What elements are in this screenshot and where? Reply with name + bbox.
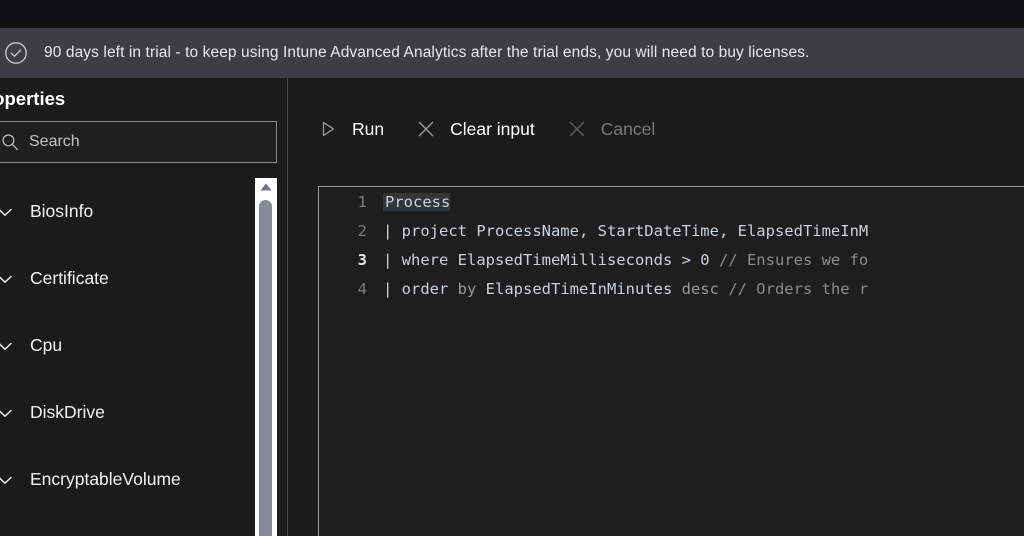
search-box[interactable]	[0, 121, 277, 163]
close-x-icon	[414, 117, 438, 141]
code-line[interactable]: 4 | order by ElapsedTimeInMinutes desc /…	[319, 274, 1024, 303]
code-comment: // Orders the r	[728, 279, 869, 298]
query-panel: Run Clear input Cancel 1 Process 2 | pro…	[289, 78, 1024, 536]
code-line[interactable]: 1 Process	[319, 187, 1024, 216]
play-icon	[316, 117, 340, 141]
sidebar-item-label: BiosInfo	[30, 201, 94, 221]
sidebar-item-biosinfo[interactable]: BiosInfo	[0, 178, 287, 245]
line-number: 2	[357, 221, 367, 240]
sidebar-item-label: DiskDrive	[30, 402, 105, 422]
app-root: 90 days left in trial - to keep using In…	[0, 0, 1024, 536]
clear-input-button[interactable]: Clear input	[414, 108, 535, 150]
sidebar-item-cpu[interactable]: Cpu	[0, 312, 287, 379]
clear-input-button-label: Clear input	[450, 118, 535, 139]
cancel-button: Cancel	[565, 108, 655, 150]
code-comment: // Ensures we fo	[718, 250, 869, 269]
code-token: |	[383, 279, 402, 298]
line-number: 1	[357, 192, 367, 211]
close-x-icon	[565, 117, 589, 141]
trial-banner-text: 90 days left in trial - to keep using In…	[44, 44, 810, 61]
code-token: order	[401, 279, 458, 298]
code-token: |	[383, 250, 402, 269]
sidebar-item-label: EncryptableVolume	[30, 469, 181, 489]
sidebar-scrollbar[interactable]	[255, 178, 277, 536]
run-button[interactable]: Run	[316, 108, 384, 150]
properties-list: BiosInfo Certificate Cpu DiskDrive Encry…	[0, 178, 287, 536]
caret-up-icon[interactable]	[255, 178, 277, 196]
sidebar-item-diskdrive[interactable]: DiskDrive	[0, 379, 287, 446]
chevron-down-icon[interactable]	[0, 335, 16, 357]
window-top-strip	[0, 0, 1024, 28]
sidebar-item-certificate[interactable]: Certificate	[0, 245, 287, 312]
sidebar-item-label: Certificate	[30, 268, 109, 288]
line-number: 4	[357, 279, 367, 298]
run-button-label: Run	[352, 118, 385, 139]
search-icon	[1, 133, 19, 151]
code-token: Process	[383, 192, 451, 211]
chevron-down-icon[interactable]	[0, 268, 16, 290]
page-title: roperties	[0, 88, 66, 109]
code-keyword: desc	[681, 279, 729, 298]
properties-sidebar: roperties BiosInfo	[0, 78, 288, 536]
code-token: |	[383, 221, 402, 240]
code-token: project ProcessName, StartDateTime, Elap…	[401, 221, 869, 240]
code-line[interactable]: 3 | where ElapsedTimeMilliseconds > 0 //…	[319, 245, 1024, 274]
search-input[interactable]	[29, 133, 229, 151]
scrollbar-thumb[interactable]	[259, 200, 272, 536]
sidebar-item-fileinfo[interactable]: FileInfo	[0, 513, 287, 536]
query-toolbar: Run Clear input Cancel	[289, 108, 685, 150]
chevron-down-icon[interactable]	[0, 469, 16, 491]
query-editor[interactable]: 1 Process 2 | project ProcessName, Start…	[318, 186, 1024, 536]
check-circle-icon	[4, 41, 28, 65]
sidebar-item-label: Cpu	[30, 335, 63, 355]
code-keyword: by	[457, 279, 486, 298]
trial-banner: 90 days left in trial - to keep using In…	[0, 28, 1024, 78]
line-number: 3	[357, 250, 367, 269]
sidebar-item-encryptablevolume[interactable]: EncryptableVolume	[0, 446, 287, 513]
code-token: where ElapsedTimeMilliseconds > 0	[401, 250, 719, 269]
editor-content[interactable]: 1 Process 2 | project ProcessName, Start…	[319, 187, 1024, 536]
cancel-button-label: Cancel	[600, 118, 656, 139]
body-area: roperties BiosInfo	[0, 78, 1024, 536]
code-token: ElapsedTimeInMinutes	[485, 279, 682, 298]
code-line[interactable]: 2 | project ProcessName, StartDateTime, …	[319, 216, 1024, 245]
chevron-down-icon[interactable]	[0, 201, 16, 223]
chevron-down-icon[interactable]	[0, 402, 16, 424]
